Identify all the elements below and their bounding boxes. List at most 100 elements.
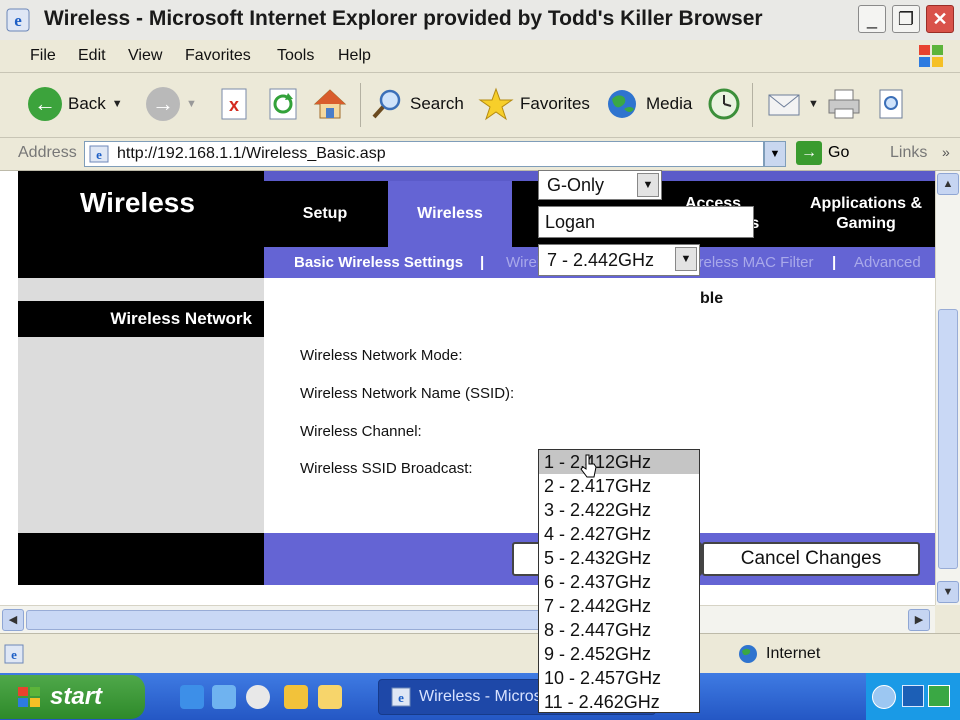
globe-icon <box>739 645 757 663</box>
refresh-button[interactable] <box>266 73 300 135</box>
edit-button[interactable] <box>874 73 908 135</box>
channel-option[interactable]: 7 - 2.442GHz <box>539 594 699 618</box>
channel-label: Wireless Channel: <box>300 423 422 440</box>
favorites-button[interactable]: Favorites <box>478 73 590 135</box>
address-dropdown-button[interactable]: ▼ <box>764 141 786 167</box>
channel-option[interactable]: 10 - 2.457GHz <box>539 666 699 690</box>
print-button[interactable] <box>826 73 862 135</box>
channel-option[interactable]: 2 - 2.417GHz <box>539 474 699 498</box>
windows-flag-icon <box>18 687 40 707</box>
section-title: Wireless <box>80 187 195 218</box>
ssid-input[interactable]: Logan <box>538 206 754 238</box>
quicklaunch-icon[interactable] <box>284 685 308 709</box>
tray-expand-icon[interactable] <box>872 685 896 709</box>
ie-alt-quicklaunch-icon[interactable] <box>212 685 236 709</box>
ie-quicklaunch-icon[interactable] <box>180 685 204 709</box>
search-icon <box>372 89 401 119</box>
scroll-up-button[interactable]: ▲ <box>937 173 959 195</box>
page-status-icon: e <box>4 644 24 664</box>
mail-icon <box>768 94 800 116</box>
scroll-down-button[interactable]: ▼ <box>937 581 959 603</box>
close-button[interactable]: ✕ <box>926 5 954 33</box>
menu-help[interactable]: Help <box>338 47 371 65</box>
tab-applications-gaming[interactable]: Applications & Gaming <box>796 181 935 247</box>
media-button[interactable]: Media <box>604 73 692 135</box>
chevron-down-icon[interactable]: ▼ <box>186 98 197 110</box>
home-icon <box>313 89 347 119</box>
channel-option[interactable]: 11 - 2.462GHz <box>539 690 699 714</box>
minimize-button[interactable]: _ <box>858 5 886 33</box>
media-globe-icon <box>608 90 636 118</box>
scroll-left-button[interactable]: ◀ <box>2 609 24 631</box>
system-tray <box>866 673 960 720</box>
scroll-right-button[interactable]: ▶ <box>908 609 930 631</box>
printer-icon <box>828 89 860 119</box>
vertical-scrollbar[interactable]: ▲ ▼ <box>935 171 960 605</box>
channel-dropdown-list[interactable]: 1 - 2.412GHz 2 - 2.417GHz 3 - 2.422GHz 4… <box>538 449 700 713</box>
channel-option[interactable]: 5 - 2.432GHz <box>539 546 699 570</box>
toolbar-separator <box>752 83 753 127</box>
subnav-basic-wireless-settings[interactable]: Basic Wireless Settings <box>294 254 463 271</box>
stop-icon: x <box>221 88 247 120</box>
mode-select[interactable]: G-Only ▼ <box>538 170 662 200</box>
chevron-right-icon[interactable]: » <box>942 144 950 160</box>
title-bar: e Wireless - Microsoft Internet Explorer… <box>0 0 960 40</box>
tray-app-icon[interactable] <box>928 685 950 707</box>
tab-wireless[interactable]: Wireless <box>388 181 512 247</box>
chevron-down-icon[interactable]: ▼ <box>112 98 123 110</box>
start-button[interactable]: start <box>0 675 145 719</box>
menu-edit[interactable]: Edit <box>78 47 106 65</box>
forward-button[interactable]: → ▼ <box>146 73 197 135</box>
channel-option[interactable]: 9 - 2.452GHz <box>539 642 699 666</box>
channel-option[interactable]: 6 - 2.437GHz <box>539 570 699 594</box>
search-button[interactable]: Search <box>370 73 464 135</box>
start-label: start <box>50 683 103 710</box>
subnav-wireless-mac-filter[interactable]: Wireless MAC Filter <box>681 254 814 271</box>
subnav-advanced[interactable]: Advanced <box>854 254 921 271</box>
ssid-label: Wireless Network Name (SSID): <box>300 385 515 402</box>
svg-text:e: e <box>11 647 17 662</box>
edit-page-icon <box>879 89 903 119</box>
menu-view[interactable]: View <box>128 47 162 65</box>
address-input[interactable]: e http://192.168.1.1/Wireless_Basic.asp <box>84 141 764 167</box>
channel-select[interactable]: 7 - 2.442GHz ▼ <box>538 244 700 276</box>
folder-icon[interactable] <box>318 685 342 709</box>
media-player-icon[interactable] <box>246 685 270 709</box>
subnav-separator: | <box>480 254 485 271</box>
vertical-scroll-thumb[interactable] <box>938 309 958 569</box>
mode-value: G-Only <box>547 175 605 195</box>
tab-setup[interactable]: Setup <box>264 181 386 247</box>
ie-task-icon: e <box>391 687 411 707</box>
scrollbar-corner <box>935 605 960 633</box>
back-button[interactable]: ← Back ▼ <box>28 73 123 135</box>
links-button[interactable]: Links <box>890 144 927 162</box>
channel-option[interactable]: 1 - 2.412GHz <box>539 450 699 474</box>
sidebar-heading: Wireless Network <box>18 301 264 337</box>
broadcast-enable-label[interactable]: ble <box>700 290 723 308</box>
maximize-button[interactable]: ❐ <box>892 5 920 33</box>
stop-button[interactable]: x <box>218 73 250 135</box>
back-arrow-icon: ← <box>28 87 62 121</box>
network-icon[interactable] <box>902 685 924 707</box>
menu-tools[interactable]: Tools <box>277 47 314 65</box>
chevron-down-icon[interactable]: ▼ <box>808 98 819 110</box>
svg-text:x: x <box>229 95 239 115</box>
go-button[interactable]: → Go <box>796 141 849 165</box>
mode-label: Wireless Network Mode: <box>300 347 463 364</box>
channel-option[interactable]: 3 - 2.422GHz <box>539 498 699 522</box>
chevron-down-icon[interactable]: ▼ <box>675 247 697 271</box>
history-button[interactable] <box>706 73 742 135</box>
cancel-changes-button[interactable]: Cancel Changes <box>702 542 920 576</box>
subnav-separator: | <box>832 254 837 271</box>
search-label: Search <box>410 94 464 113</box>
horizontal-scrollbar[interactable]: ◀ ▶ <box>0 605 935 634</box>
home-button[interactable] <box>312 73 348 135</box>
address-bar: Address e http://192.168.1.1/Wireless_Ba… <box>0 138 960 171</box>
channel-value: 7 - 2.442GHz <box>547 250 655 270</box>
channel-option[interactable]: 4 - 2.427GHz <box>539 522 699 546</box>
menu-favorites[interactable]: Favorites <box>185 47 251 65</box>
mail-button[interactable]: ▼ <box>766 73 819 135</box>
chevron-down-icon[interactable]: ▼ <box>637 173 659 197</box>
channel-option[interactable]: 8 - 2.447GHz <box>539 618 699 642</box>
menu-file[interactable]: File <box>30 47 56 65</box>
